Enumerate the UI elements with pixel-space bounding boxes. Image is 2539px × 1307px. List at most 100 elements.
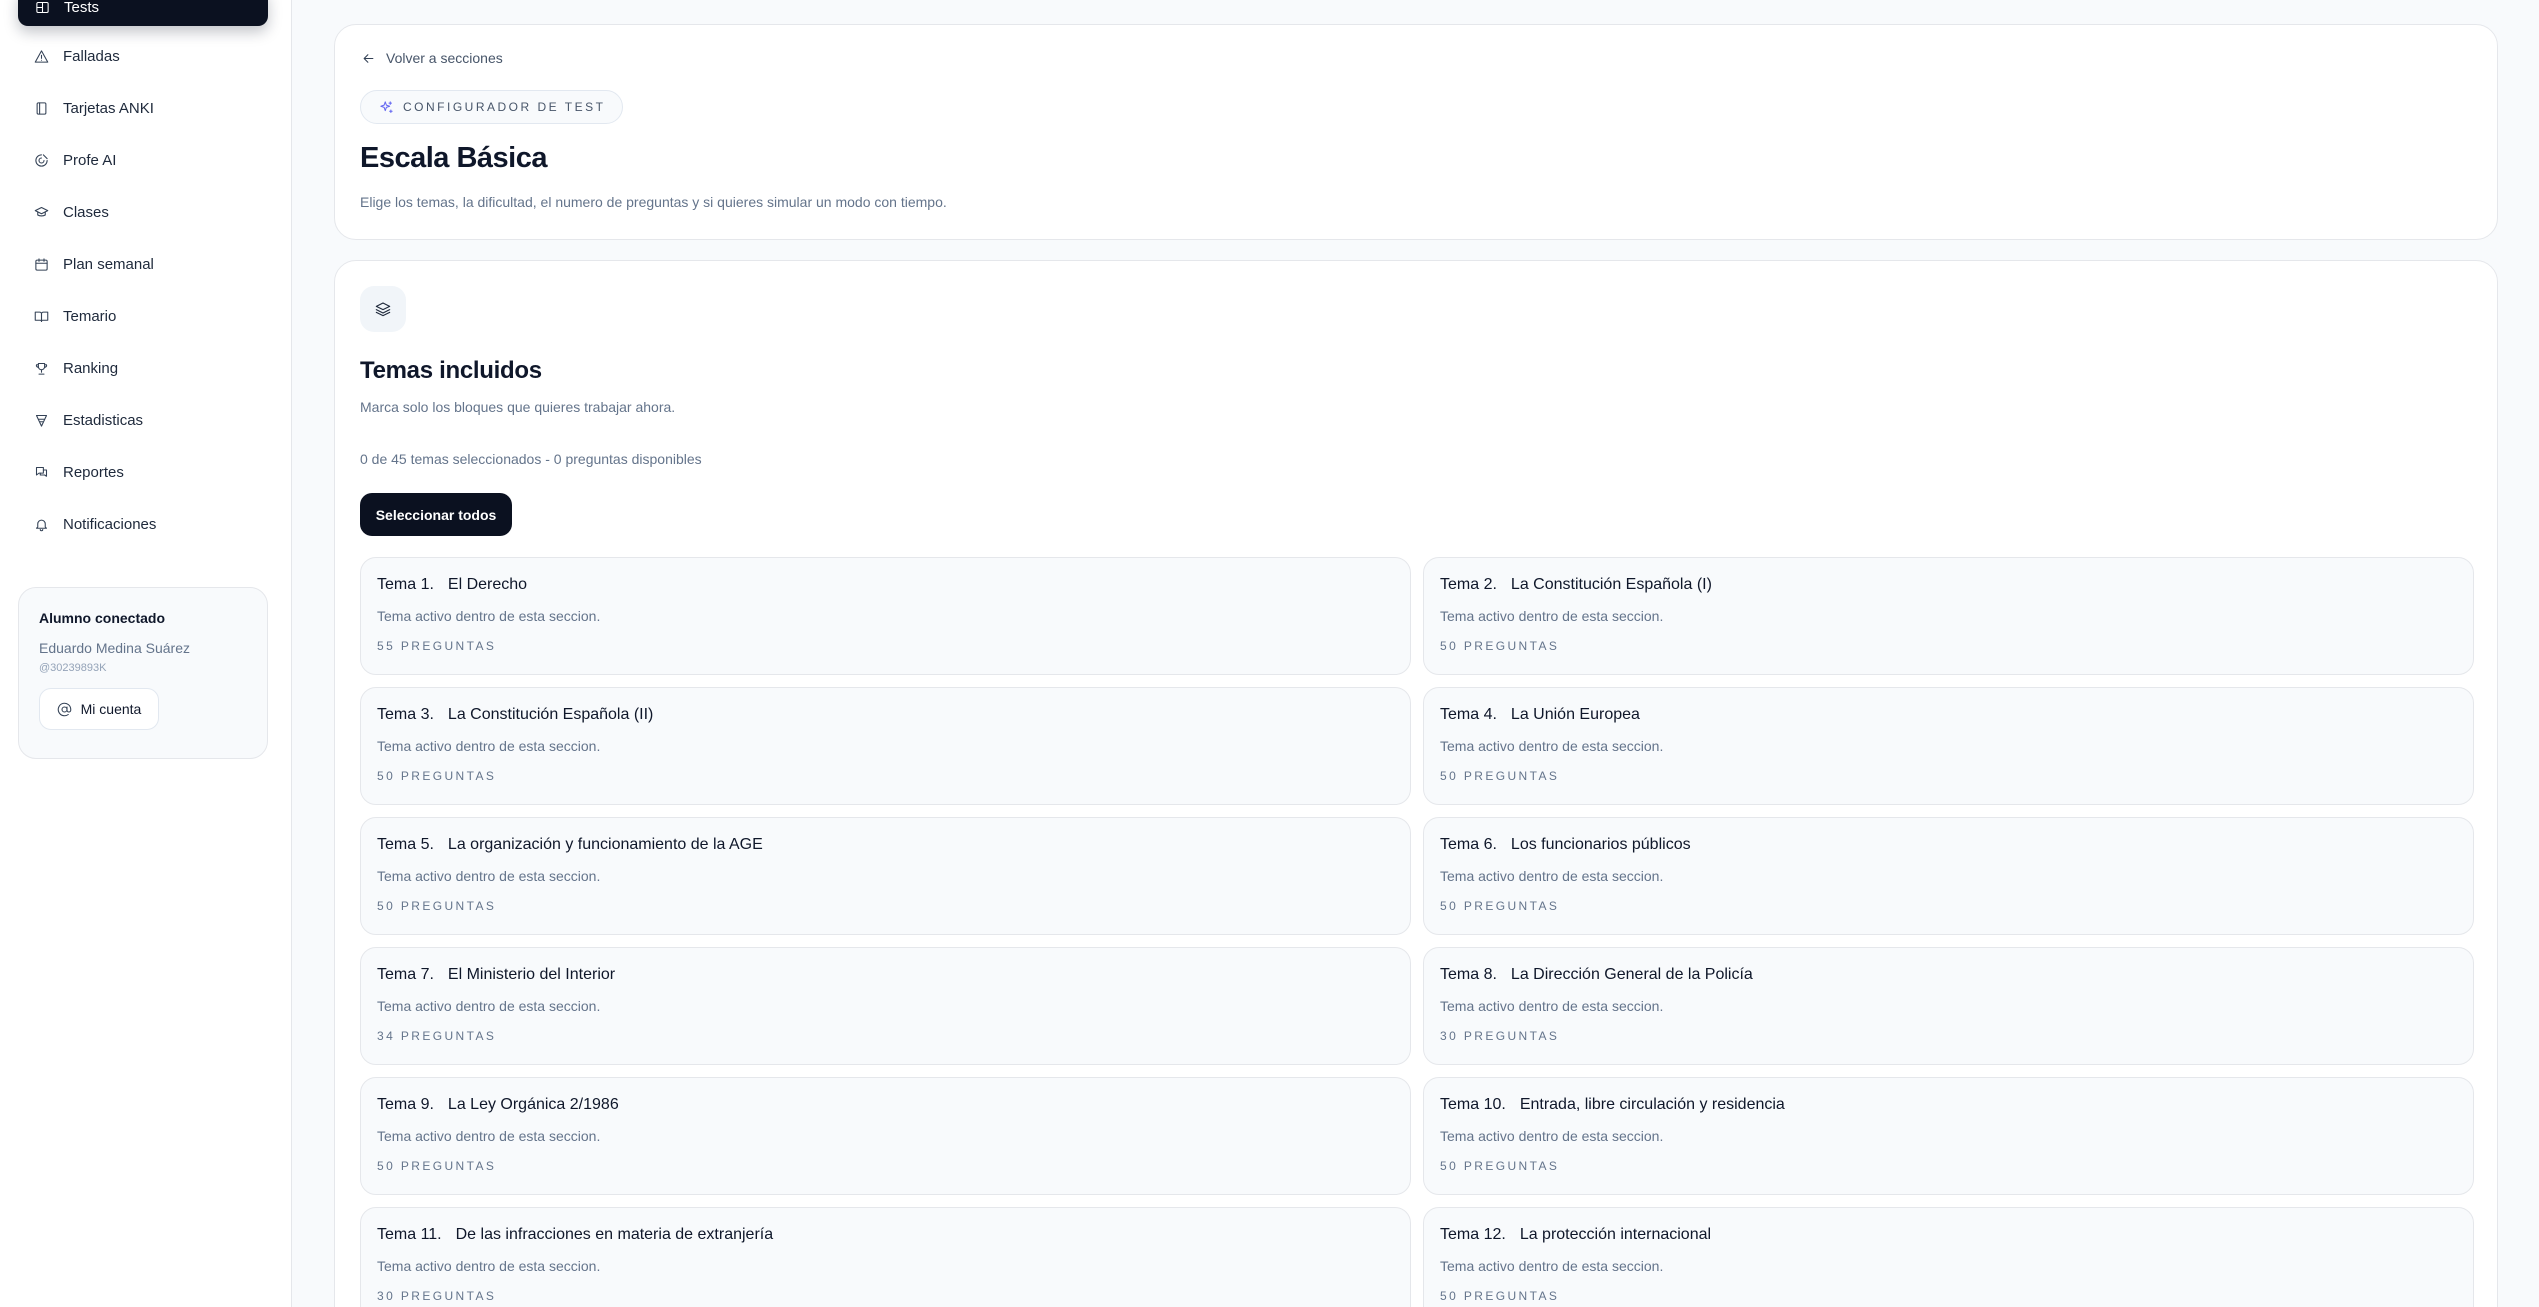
user-name: Eduardo Medina Suárez (39, 640, 190, 656)
topic-question-count: 50 preguntas (377, 1159, 497, 1173)
topic-title: Tema 7. El Ministerio del Interior (377, 966, 1394, 984)
topic-number: Tema 9. (377, 1096, 434, 1113)
topic-card[interactable]: Tema 1. El Derecho Tema activo dentro de … (360, 557, 1411, 675)
layers-icon-box (360, 286, 406, 332)
sidebar-item-profe-ai[interactable]: Profe AI (0, 134, 292, 186)
topic-number: Tema 10. (1440, 1096, 1506, 1113)
sidebar-item-label: Ranking (63, 359, 119, 377)
back-link-label: Volver a secciones (386, 50, 503, 66)
topic-question-count: 50 preguntas (1440, 769, 1560, 783)
selection-count: 0 de 45 temas seleccionados - 0 pregunta… (360, 451, 702, 467)
topic-number: Tema 1. (377, 576, 434, 593)
sidebar-item-label: Notificaciones (63, 515, 157, 533)
sidebar-item-notificaciones[interactable]: Notificaciones (0, 498, 292, 550)
sidebar-item-falladas[interactable]: Falladas (0, 30, 292, 82)
topic-name: La Ley Orgánica 2/1986 (447, 1096, 619, 1113)
topic-card[interactable]: Tema 3. La Constitución Española (II) Tem… (360, 687, 1411, 805)
topic-question-count: 30 preguntas (1440, 1029, 1560, 1043)
reports-icon (33, 464, 49, 480)
sidebar-item-ranking[interactable]: Ranking (0, 342, 292, 394)
sidebar-item-temario[interactable]: Temario (0, 290, 292, 342)
topic-name: El Ministerio del Interior (447, 966, 616, 983)
topic-card[interactable]: Tema 12. La protección internacional Tema… (1423, 1207, 2474, 1307)
topic-card[interactable]: Tema 10. Entrada, libre circulación y res… (1423, 1077, 2474, 1195)
topic-description: Tema activo dentro de esta seccion. (377, 998, 601, 1014)
topic-title: Tema 9. La Ley Orgánica 2/1986 (377, 1096, 1394, 1114)
topic-title: Tema 1. El Derecho (377, 576, 1394, 594)
topic-title: Tema 4. La Unión Europea (1440, 706, 2457, 724)
sidebar-item-clases[interactable]: Clases (0, 186, 292, 238)
topic-title: Tema 12. La protección internacional (1440, 1226, 2457, 1244)
topic-description: Tema activo dentro de esta seccion. (1440, 738, 1664, 754)
topic-number: Tema 8. (1440, 966, 1497, 983)
topic-description: Tema activo dentro de esta seccion. (1440, 868, 1664, 884)
sidebar-item-tests[interactable]: Tests (18, 0, 268, 26)
topic-name: El Derecho (447, 576, 528, 593)
topic-name: La Constitución Española (I) (1510, 576, 1712, 593)
account-button[interactable]: Mi cuenta (39, 688, 159, 730)
user-id: @30239893K (39, 662, 107, 674)
topic-description: Tema activo dentro de esta seccion. (377, 608, 601, 624)
topic-number: Tema 3. (377, 706, 434, 723)
topic-card[interactable]: Tema 2. La Constitución Española (I) Tema… (1423, 557, 2474, 675)
topic-title: Tema 8. La Dirección General de la Policí… (1440, 966, 2457, 984)
topic-number: Tema 2. (1440, 576, 1497, 593)
topic-title: Tema 6. Los funcionarios públicos (1440, 836, 2457, 854)
topic-card[interactable]: Tema 5. La organización y funcionamiento … (360, 817, 1411, 935)
topic-question-count: 50 preguntas (377, 769, 497, 783)
topic-description: Tema activo dentro de esta seccion. (377, 868, 601, 884)
topic-description: Tema activo dentro de esta seccion. (1440, 608, 1664, 624)
topic-name: La protección internacional (1519, 1226, 1712, 1243)
sidebar-item-tarjetas-anki[interactable]: Tarjetas ANKI (0, 82, 292, 134)
topic-card[interactable]: Tema 4. La Unión Europea Tema activo dent… (1423, 687, 2474, 805)
topic-question-count: 50 preguntas (1440, 899, 1560, 913)
topic-card[interactable]: Tema 11. De las infracciones en materia d… (360, 1207, 1411, 1307)
page-title: Escala Básica (360, 142, 547, 174)
sidebar-item-label: Profe AI (63, 151, 117, 169)
ai-icon (33, 152, 49, 168)
topic-card[interactable]: Tema 6. Los funcionarios públicos Tema ac… (1423, 817, 2474, 935)
graduation-cap-icon (33, 204, 49, 220)
select-all-button[interactable]: Seleccionar todos (360, 493, 512, 536)
cards-icon (33, 100, 49, 116)
topics-grid: Tema 1. El Derecho Tema activo dentro de … (360, 557, 2474, 1307)
sidebar: Tests Falladas Tarjetas ANKI Profe AI Cl… (0, 0, 292, 1307)
topic-title: Tema 10. Entrada, libre circulación y res… (1440, 1096, 2457, 1114)
badge-label: CONFIGURADOR DE TEST (403, 100, 606, 114)
topic-description: Tema activo dentro de esta seccion. (377, 1128, 601, 1144)
warning-icon (33, 48, 49, 64)
topic-card[interactable]: Tema 9. La Ley Orgánica 2/1986 Tema activ… (360, 1077, 1411, 1195)
account-button-label: Mi cuenta (80, 701, 142, 717)
topic-card[interactable]: Tema 8. La Dirección General de la Policí… (1423, 947, 2474, 1065)
topic-question-count: 50 preguntas (1440, 1289, 1560, 1303)
sidebar-item-estadisticas[interactable]: Estadisticas (0, 394, 292, 446)
topic-question-count: 50 preguntas (1440, 1159, 1560, 1173)
topic-description: Tema activo dentro de esta seccion. (1440, 1258, 1664, 1274)
sidebar-item-label: Estadisticas (63, 411, 144, 429)
at-sign-icon (57, 701, 73, 717)
arrow-left-icon (360, 50, 376, 66)
topics-card: Temas incluidos Marca solo los bloques q… (334, 260, 2498, 1307)
topic-number: Tema 7. (377, 966, 434, 983)
topic-name: La organización y funcionamiento de la A… (447, 836, 763, 853)
sidebar-item-plan-semanal[interactable]: Plan semanal (0, 238, 292, 290)
topic-card[interactable]: Tema 7. El Ministerio del Interior Tema a… (360, 947, 1411, 1065)
sidebar-item-reportes[interactable]: Reportes (0, 446, 292, 498)
topic-number: Tema 5. (377, 836, 434, 853)
topic-question-count: 50 preguntas (377, 899, 497, 913)
back-link[interactable]: Volver a secciones (360, 50, 503, 66)
topic-question-count: 55 preguntas (377, 639, 497, 653)
sidebar-item-label: Reportes (63, 463, 124, 481)
section-title: Temas incluidos (360, 357, 542, 384)
sidebar-nav: Falladas Tarjetas ANKI Profe AI Clases P… (0, 30, 292, 550)
topic-name: Los funcionarios públicos (1510, 836, 1691, 853)
topic-number: Tema 12. (1440, 1226, 1506, 1243)
sidebar-item-label: Tests (64, 0, 100, 16)
topic-title: Tema 5. La organización y funcionamiento … (377, 836, 1394, 854)
topic-question-count: 30 preguntas (377, 1289, 497, 1303)
topic-name: De las infracciones en materia de extran… (455, 1226, 774, 1243)
configurator-badge: CONFIGURADOR DE TEST (360, 90, 624, 124)
sidebar-item-label: Clases (63, 203, 109, 221)
topic-title: Tema 2. La Constitución Española (I) (1440, 576, 2457, 594)
topic-title: Tema 3. La Constitución Española (II) (377, 706, 1394, 724)
